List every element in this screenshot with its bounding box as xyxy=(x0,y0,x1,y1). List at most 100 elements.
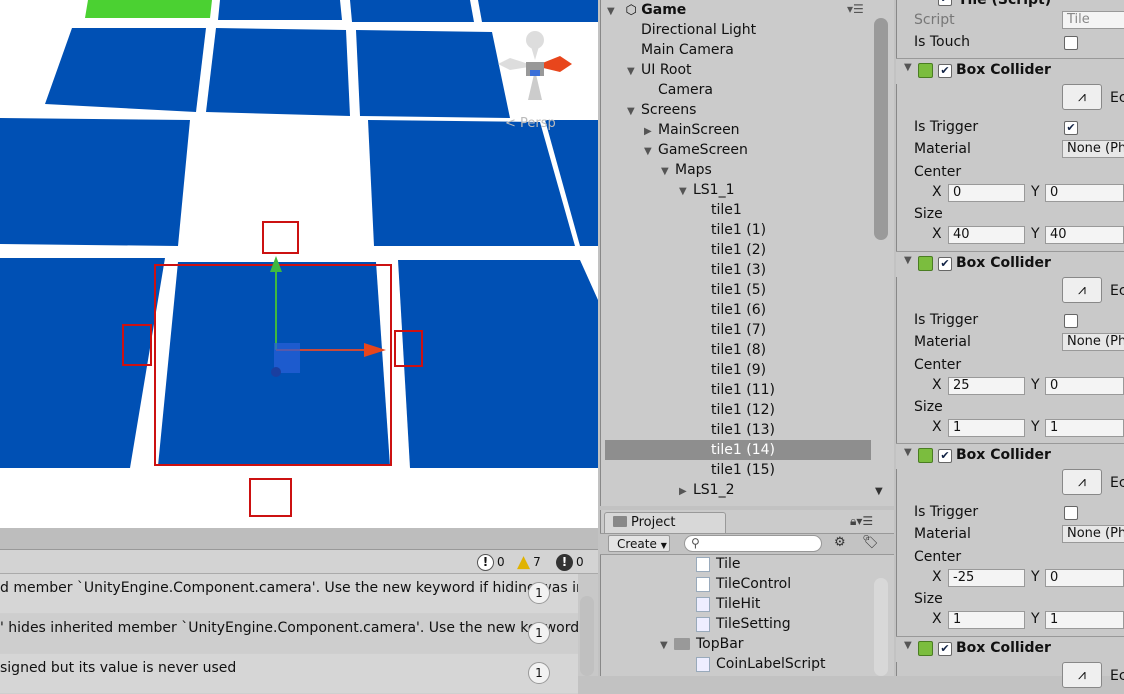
hierarchy-row[interactable]: ▶ MainScreen xyxy=(601,120,740,140)
create-button[interactable]: Create ▼ xyxy=(608,535,670,552)
hierarchy-row[interactable]: ▼ UI Root xyxy=(601,60,692,80)
box-collider-enabled-checkbox[interactable]: ✔ xyxy=(938,642,952,656)
edit-collider-button[interactable]: ⩘ xyxy=(1062,469,1102,495)
size-x-field[interactable]: 40 xyxy=(948,226,1025,244)
expand-icon[interactable]: ▶ xyxy=(679,482,693,502)
collapse-icon[interactable]: ▼ xyxy=(904,640,912,651)
material-field[interactable]: None (Ph xyxy=(1062,525,1124,543)
collapse-icon[interactable]: ▼ xyxy=(904,62,912,73)
hierarchy-row[interactable]: tile1 (9) xyxy=(601,360,766,380)
hierarchy-row[interactable]: ▼ LS1_1 xyxy=(601,180,735,200)
size-y-label: Y xyxy=(1031,419,1040,435)
size-x-field[interactable]: 1 xyxy=(948,419,1025,437)
collider-handle-bottom[interactable] xyxy=(249,478,292,517)
edit-collider-button[interactable]: ⩘ xyxy=(1062,277,1102,303)
scene-root-row[interactable]: ▼ ⬡ Game xyxy=(607,0,686,20)
center-x-field[interactable]: -25 xyxy=(948,569,1025,587)
hierarchy-row[interactable]: tile1 (7) xyxy=(601,320,766,340)
hierarchy-row[interactable]: Directional Light xyxy=(601,20,756,40)
project-item[interactable]: Tile xyxy=(696,554,741,574)
collapse-icon[interactable]: ▼ xyxy=(627,62,641,82)
collapse-icon[interactable]: ▼ xyxy=(904,255,912,266)
hierarchy-row[interactable]: ▼ GameScreen xyxy=(601,140,748,160)
project-scrollbar[interactable] xyxy=(874,578,888,676)
edit-collider-button[interactable]: ⩘ xyxy=(1062,662,1102,688)
z-axis-handle[interactable] xyxy=(271,367,281,377)
material-field[interactable]: None (Ph xyxy=(1062,140,1124,158)
info-filter[interactable]: ! 0 xyxy=(477,552,505,572)
hierarchy-row[interactable]: tile1 (1) xyxy=(601,220,766,240)
center-y-field[interactable]: 0 xyxy=(1045,569,1124,587)
box-collider-enabled-checkbox[interactable]: ✔ xyxy=(938,64,952,78)
scroll-down-icon[interactable]: ▼ xyxy=(875,486,883,497)
script-field[interactable]: Tile xyxy=(1062,11,1124,29)
tile-script-enabled-checkbox[interactable]: ✔ xyxy=(938,0,952,6)
is-trigger-checkbox[interactable] xyxy=(1064,314,1078,328)
is-touch-checkbox[interactable] xyxy=(1064,36,1078,50)
project-item[interactable]: ▼ TopBar xyxy=(660,634,744,654)
panel-menu-icon[interactable]: ▾☰ xyxy=(847,2,864,16)
persp-label[interactable]: < Persp xyxy=(505,116,556,131)
project-search-input[interactable]: ⚲ xyxy=(684,535,822,552)
hierarchy-row[interactable]: tile1 (13) xyxy=(601,420,775,440)
box-collider-enabled-checkbox[interactable]: ✔ xyxy=(938,257,952,271)
center-x-field[interactable]: 25 xyxy=(948,377,1025,395)
filter-type-icon[interactable]: ⚙ xyxy=(834,535,846,550)
material-field[interactable]: None (Ph xyxy=(1062,333,1124,351)
edit-collider-label: Ec xyxy=(1110,90,1124,106)
center-y-field[interactable]: 0 xyxy=(1045,377,1124,395)
hierarchy-row[interactable]: tile1 (8) xyxy=(601,340,766,360)
edit-collider-button[interactable]: ⩘ xyxy=(1062,84,1102,110)
filter-label-icon[interactable]: 🏷︎ xyxy=(862,535,879,550)
scene-view[interactable]: < Persp xyxy=(0,0,598,528)
hierarchy-row[interactable]: ▶ LS1_2 xyxy=(601,480,735,500)
hierarchy-row[interactable]: tile1 (3) xyxy=(601,260,766,280)
hierarchy-row[interactable]: tile1 (5) xyxy=(601,280,766,300)
hierarchy-row[interactable]: tile1 xyxy=(601,200,742,220)
collapse-icon[interactable]: ▼ xyxy=(644,142,658,162)
size-y-field[interactable]: 1 xyxy=(1045,611,1124,629)
project-item[interactable]: TileSetting xyxy=(696,614,791,634)
hierarchy-row[interactable]: tile1 (14) xyxy=(605,440,871,460)
size-y-field[interactable]: 40 xyxy=(1045,226,1124,244)
hierarchy-row[interactable]: tile1 (2) xyxy=(601,240,766,260)
scene-canvas[interactable] xyxy=(0,0,598,528)
lock-icon[interactable]: 🔒︎▾☰ xyxy=(850,514,873,529)
collapse-icon[interactable]: ▼ xyxy=(661,162,675,182)
project-item[interactable]: TileControl xyxy=(696,574,791,594)
hierarchy-row[interactable]: Camera xyxy=(601,80,713,100)
project-tab[interactable]: Project xyxy=(604,512,726,533)
console-entry[interactable]: ' hides inherited member `UnityEngine.Co… xyxy=(0,614,578,654)
is-trigger-checkbox[interactable]: ✔ xyxy=(1064,121,1078,135)
box-collider-enabled-checkbox[interactable]: ✔ xyxy=(938,449,952,463)
console-scrollbar[interactable] xyxy=(580,596,594,676)
collapse-icon[interactable]: ▼ xyxy=(607,2,621,22)
project-item[interactable]: CoinLabelScript xyxy=(696,654,825,674)
center-y-field[interactable]: 0 xyxy=(1045,184,1124,202)
hierarchy-row[interactable]: tile1 (11) xyxy=(601,380,775,400)
console-entry[interactable]: d member `UnityEngine.Component.camera'.… xyxy=(0,574,578,614)
hierarchy-row[interactable]: tile1 (12) xyxy=(601,400,775,420)
hierarchy-row[interactable]: ▼ Screens xyxy=(601,100,696,120)
collapse-icon[interactable]: ▼ xyxy=(627,102,641,122)
hierarchy-row[interactable]: Main Camera xyxy=(601,40,734,60)
expand-icon[interactable]: ▶ xyxy=(644,122,658,142)
warning-filter[interactable]: ▲ 7 xyxy=(517,552,541,572)
collapse-icon[interactable]: ▼ xyxy=(660,636,674,656)
search-icon: ⚲ xyxy=(691,536,700,550)
hierarchy-scrollbar[interactable] xyxy=(874,18,888,240)
collider-handle-top[interactable] xyxy=(262,221,299,254)
hierarchy-row[interactable]: ▼ Maps xyxy=(601,160,712,180)
error-filter[interactable]: ! 0 xyxy=(556,552,584,572)
hierarchy-row[interactable]: tile1 (6) xyxy=(601,300,766,320)
view-gizmo-icon[interactable] xyxy=(498,31,572,100)
size-y-field[interactable]: 1 xyxy=(1045,419,1124,437)
size-x-field[interactable]: 1 xyxy=(948,611,1025,629)
collapse-icon[interactable]: ▼ xyxy=(904,447,912,458)
hierarchy-row[interactable]: tile1 (15) xyxy=(601,460,775,480)
project-item[interactable]: TileHit xyxy=(696,594,760,614)
is-trigger-checkbox[interactable] xyxy=(1064,506,1078,520)
center-x-field[interactable]: 0 xyxy=(948,184,1025,202)
collapse-icon[interactable]: ▼ xyxy=(679,182,693,202)
console-entry[interactable]: signed but its value is never used 1 xyxy=(0,654,578,694)
